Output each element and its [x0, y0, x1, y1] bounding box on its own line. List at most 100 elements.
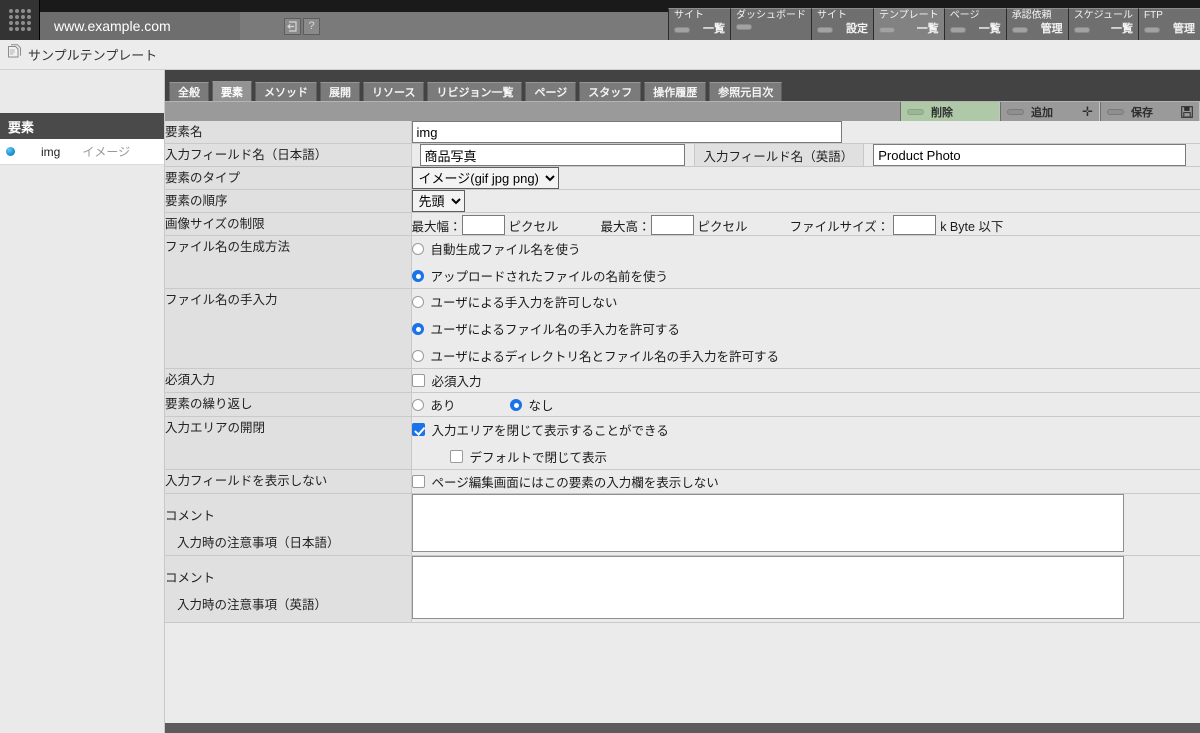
tab-methods[interactable]: メソッド: [255, 82, 317, 101]
nav-site-settings[interactable]: サイト 設定: [811, 8, 873, 40]
row-field-names: 入力フィールド名（日本語） 入力フィールド名（英語）: [165, 144, 1200, 167]
tab-general[interactable]: 全般: [169, 82, 209, 101]
site-url-label: www.example.com: [54, 18, 171, 34]
radio-manual-dir-filename[interactable]: [412, 350, 424, 362]
floppy-disk-icon: [1181, 106, 1193, 118]
row-repeat: 要素の繰り返し あり なし: [165, 393, 1200, 417]
header-icon-group: ?: [284, 18, 320, 35]
label-element-type: 要素のタイプ: [165, 167, 411, 190]
radio-auto-filename[interactable]: [412, 243, 424, 255]
sidebar-item-img[interactable]: img イメージ: [0, 139, 164, 165]
cell-element-order: 先頭: [411, 190, 1200, 213]
sidebar-element-list: img イメージ: [0, 139, 164, 165]
row-filename-generation: ファイル名の生成方法 自動生成ファイル名を使う アップロードされたファイルの名前…: [165, 236, 1200, 289]
element-type-select[interactable]: イメージ(gif jpg png): [412, 167, 559, 189]
radio-manual-disallow[interactable]: [412, 296, 424, 308]
option-required[interactable]: 必須入力: [412, 371, 1200, 390]
template-pages-icon: [7, 44, 22, 65]
max-height-input[interactable]: [651, 215, 694, 235]
row-collapse-area: 入力エリアの開閉 入力エリアを閉じて表示することができる デフォルトで閉じて表示: [165, 417, 1200, 470]
nav-approval-request[interactable]: 承認依頼 管理: [1006, 8, 1068, 40]
comment-ja-subtitle: 入力時の注意事項（日本語）: [165, 532, 411, 551]
option-uploaded-filename[interactable]: アップロードされたファイルの名前を使う: [412, 266, 1200, 285]
row-element-name: 要素名: [165, 121, 1200, 144]
label-max-width: 最大幅：: [412, 216, 462, 235]
nav-pill-icon: [1144, 27, 1160, 33]
sidebar-title: 要素: [0, 113, 164, 139]
nav-page-list[interactable]: ページ 一覧: [944, 8, 1006, 40]
nav-pill-icon: [674, 27, 690, 33]
action-toolbar: 削除 追加 ✛ 保存: [165, 101, 1200, 121]
cell-image-size-limit: 最大幅： ピクセル 最大高： ピクセル ファイルサイズ： k Byte 以下: [411, 213, 1200, 236]
option-manual-disallow[interactable]: ユーザによる手入力を許可しない: [412, 292, 1200, 311]
file-size-input[interactable]: [893, 215, 936, 235]
nav-ftp-management[interactable]: FTP 管理: [1138, 8, 1200, 40]
tab-reference-index[interactable]: 参照元目次: [709, 82, 782, 101]
nav-pill-icon: [1012, 27, 1028, 33]
option-manual-dir-filename[interactable]: ユーザによるディレクトリ名とファイル名の手入力を許可する: [412, 346, 1200, 365]
option-auto-filename[interactable]: 自動生成ファイル名を使う: [412, 239, 1200, 258]
delete-button[interactable]: 削除: [900, 102, 1000, 121]
nav-site-list[interactable]: サイト 一覧: [668, 8, 730, 40]
option-hide-field[interactable]: ページ編集画面にはこの要素の入力欄を表示しない: [412, 472, 1200, 491]
save-button[interactable]: 保存: [1100, 102, 1200, 121]
radio-repeat-yes[interactable]: [412, 399, 424, 411]
option-collapse-default[interactable]: デフォルトで閉じて表示: [450, 447, 1200, 466]
comment-en-textarea[interactable]: [412, 556, 1124, 619]
field-name-en-input[interactable]: [873, 144, 1186, 166]
radio-uploaded-filename[interactable]: [412, 270, 424, 282]
tab-elements[interactable]: 要素: [212, 81, 252, 101]
tab-resources[interactable]: リソース: [363, 82, 424, 101]
unit-pixel-width: ピクセル: [509, 216, 559, 235]
row-required: 必須入力 必須入力: [165, 369, 1200, 393]
label-file-size: ファイルサイズ：: [790, 216, 890, 235]
logout-icon[interactable]: [284, 18, 301, 35]
label-comment-en: コメント 入力時の注意事項（英語）: [165, 556, 411, 623]
row-comment-en: コメント 入力時の注意事項（英語）: [165, 556, 1200, 623]
sidebar-item-type: イメージ: [82, 143, 130, 160]
nav-schedule-list[interactable]: スケジュール 一覧: [1068, 8, 1138, 40]
option-collapse-enabled[interactable]: 入力エリアを閉じて表示することができる: [412, 420, 1200, 439]
main-panel: 全般 要素 メソッド 展開 リソース リビジョン一覧 ページ スタッフ 操作履歴…: [165, 70, 1200, 733]
plus-icon: ✛: [1082, 105, 1093, 118]
help-icon[interactable]: ?: [303, 18, 320, 35]
checkbox-collapse-enabled[interactable]: [412, 423, 425, 436]
radio-repeat-no[interactable]: [510, 399, 522, 411]
max-width-input[interactable]: [462, 215, 505, 235]
nav-dashboard[interactable]: ダッシュボード: [730, 8, 811, 40]
comment-ja-title: コメント: [165, 509, 215, 523]
cell-comment-ja: [411, 494, 1200, 556]
field-name-ja-input[interactable]: [420, 144, 685, 166]
radio-manual-filename[interactable]: [412, 323, 424, 335]
nav-pill-icon: [1074, 27, 1090, 33]
checkbox-required[interactable]: [412, 374, 425, 387]
option-manual-filename[interactable]: ユーザによるファイル名の手入力を許可する: [412, 319, 1200, 338]
tab-pages[interactable]: ページ: [525, 82, 576, 101]
element-settings-form: 要素名 入力フィールド名（日本語） 入力フィールド名（英語）: [165, 121, 1200, 623]
button-pill-icon: [907, 109, 924, 115]
nav-template-list[interactable]: テンプレート 一覧: [873, 8, 944, 40]
tab-operation-history[interactable]: 操作履歴: [644, 82, 706, 101]
row-element-type: 要素のタイプ イメージ(gif jpg png): [165, 167, 1200, 190]
nav-pill-icon: [879, 27, 895, 33]
tab-deploy[interactable]: 展開: [320, 82, 360, 101]
selected-bullet-icon: [6, 147, 15, 156]
comment-ja-textarea[interactable]: [412, 494, 1124, 552]
checkbox-hide-field[interactable]: [412, 475, 425, 488]
comment-en-title: コメント: [165, 571, 215, 585]
element-order-select[interactable]: 先頭: [412, 190, 465, 212]
tab-revision-list[interactable]: リビジョン一覧: [427, 82, 522, 101]
top-navigation: サイト 一覧 ダッシュボード サイト 設定 テンプレート 一覧 ページ 一覧 承…: [668, 8, 1200, 40]
cell-hide-field: ページ編集画面にはこの要素の入力欄を表示しない: [411, 470, 1200, 494]
element-name-input[interactable]: [412, 121, 842, 143]
page-title: サンプルテンプレート: [28, 45, 157, 64]
checkbox-collapse-default[interactable]: [450, 450, 463, 463]
tab-bar: 全般 要素 メソッド 展開 リソース リビジョン一覧 ページ スタッフ 操作履歴…: [165, 79, 1200, 101]
site-url-tab[interactable]: www.example.com: [40, 12, 240, 40]
cell-comment-en: [411, 556, 1200, 623]
body-container: 要素 img イメージ 全般 要素 メソッド 展開 リソース リビジョン一覧 ペ…: [0, 70, 1200, 733]
tab-staff[interactable]: スタッフ: [579, 82, 641, 101]
add-button[interactable]: 追加 ✛: [1000, 102, 1100, 121]
app-logo[interactable]: [0, 0, 40, 40]
label-element-name: 要素名: [165, 121, 411, 144]
